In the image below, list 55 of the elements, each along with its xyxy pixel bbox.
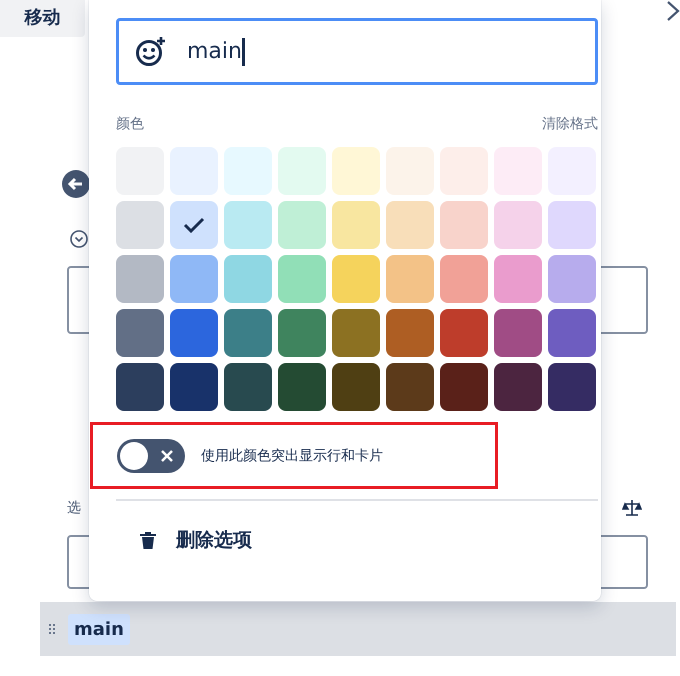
color-swatch[interactable] [278,147,326,195]
color-swatch[interactable] [224,147,272,195]
option-tag: main [68,614,130,644]
toggle-label: 使用此颜色突出显示行和卡片 [201,446,383,464]
options-label: 选 [67,499,81,517]
color-swatch[interactable] [440,309,488,357]
scale-icon[interactable] [622,498,642,518]
color-swatch[interactable] [440,201,488,249]
color-swatch[interactable] [548,363,596,411]
color-swatch[interactable] [224,309,272,357]
chevron-down-icon[interactable] [70,230,88,248]
color-swatch[interactable] [224,255,272,303]
color-swatch[interactable] [440,255,488,303]
color-swatch[interactable] [170,309,218,357]
color-swatch[interactable] [116,309,164,357]
option-row[interactable]: main [40,602,676,656]
color-swatch[interactable] [278,363,326,411]
color-swatch[interactable] [494,255,542,303]
color-swatch[interactable] [548,201,596,249]
drag-handle-icon[interactable] [49,624,55,634]
color-swatch[interactable] [494,201,542,249]
color-swatch[interactable] [386,363,434,411]
move-button[interactable]: 移动 [0,0,85,37]
color-swatch[interactable] [494,363,542,411]
color-swatch[interactable] [440,363,488,411]
check-icon [183,217,205,233]
color-swatch[interactable] [278,255,326,303]
highlight-toggle[interactable] [117,438,185,472]
color-swatch[interactable] [548,255,596,303]
trash-icon [138,530,158,550]
color-swatch[interactable] [386,201,434,249]
color-swatch[interactable] [332,255,380,303]
color-swatch[interactable] [170,201,218,249]
color-swatch[interactable] [332,201,380,249]
color-label: 颜色 [116,115,144,133]
color-swatch[interactable] [386,309,434,357]
color-swatch[interactable] [116,201,164,249]
name-field[interactable]: main [116,18,598,85]
color-swatch[interactable] [548,309,596,357]
color-swatch[interactable] [332,363,380,411]
delete-option-button[interactable]: 删除选项 [138,527,252,553]
color-swatch[interactable] [116,255,164,303]
color-swatch[interactable] [224,363,272,411]
color-swatch[interactable] [224,201,272,249]
color-swatch[interactable] [170,363,218,411]
color-swatch[interactable] [278,201,326,249]
color-swatch[interactable] [278,309,326,357]
clear-format-link[interactable]: 清除格式 [542,115,598,133]
color-swatch[interactable] [332,147,380,195]
color-swatch[interactable] [494,309,542,357]
emoji-add-icon[interactable] [135,36,167,68]
color-swatch[interactable] [386,255,434,303]
color-swatch[interactable] [170,255,218,303]
color-swatch[interactable] [116,363,164,411]
color-swatch[interactable] [332,309,380,357]
